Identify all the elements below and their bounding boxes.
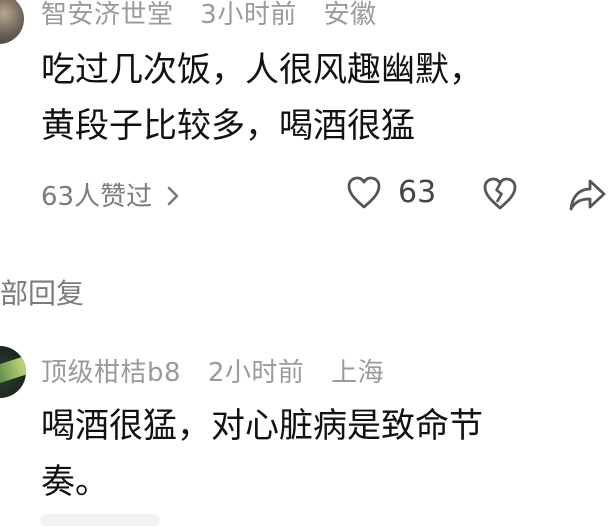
liked-by-summary[interactable]: 63人赞过 <box>41 176 180 213</box>
comment-text-line: 黄段子比较多，喝酒很猛 <box>41 106 415 146</box>
like-count: 63 <box>398 174 437 210</box>
comment-time: 2小时前 <box>207 358 305 388</box>
comment-location: 上海 <box>331 358 385 388</box>
comment-text-line: 喝酒很猛，对心脏病是致命节 <box>41 406 483 446</box>
dislike-button[interactable] <box>479 172 521 218</box>
share-icon[interactable] <box>566 174 610 214</box>
comment-text-line: 奏。 <box>41 462 109 502</box>
liked-by-text[interactable]: 63人赞过 <box>41 182 152 212</box>
chevron-right-icon[interactable] <box>166 185 180 207</box>
comment-location: 安徽 <box>323 0 377 30</box>
comment-meta: 顶级柑桔b8 2小时前 上海 <box>41 352 384 389</box>
comment-text-line: 吃过几次饭，人很风趣幽默， <box>41 50 483 90</box>
comment-author[interactable]: 智安济世堂 <box>41 0 174 30</box>
comment-text: 吃过几次饭，人很风趣幽默， 黄段子比较多，喝酒很猛 <box>41 42 483 154</box>
comment-text: 喝酒很猛，对心脏病是致命节 奏。 <box>41 398 483 510</box>
view-replies-link[interactable]: 部回复 <box>0 272 84 312</box>
comment-author[interactable]: 顶级柑桔b8 <box>41 358 181 388</box>
comment-meta: 智安济世堂 3小时前 安徽 <box>41 0 377 31</box>
like-control[interactable]: 63 <box>344 172 436 212</box>
avatar[interactable] <box>0 346 26 398</box>
partial-chip <box>40 514 160 526</box>
comment-time: 3小时前 <box>200 0 297 30</box>
avatar[interactable] <box>0 0 24 44</box>
broken-heart-icon[interactable] <box>479 172 521 214</box>
heart-icon[interactable] <box>344 172 384 212</box>
share-button[interactable] <box>566 174 610 218</box>
